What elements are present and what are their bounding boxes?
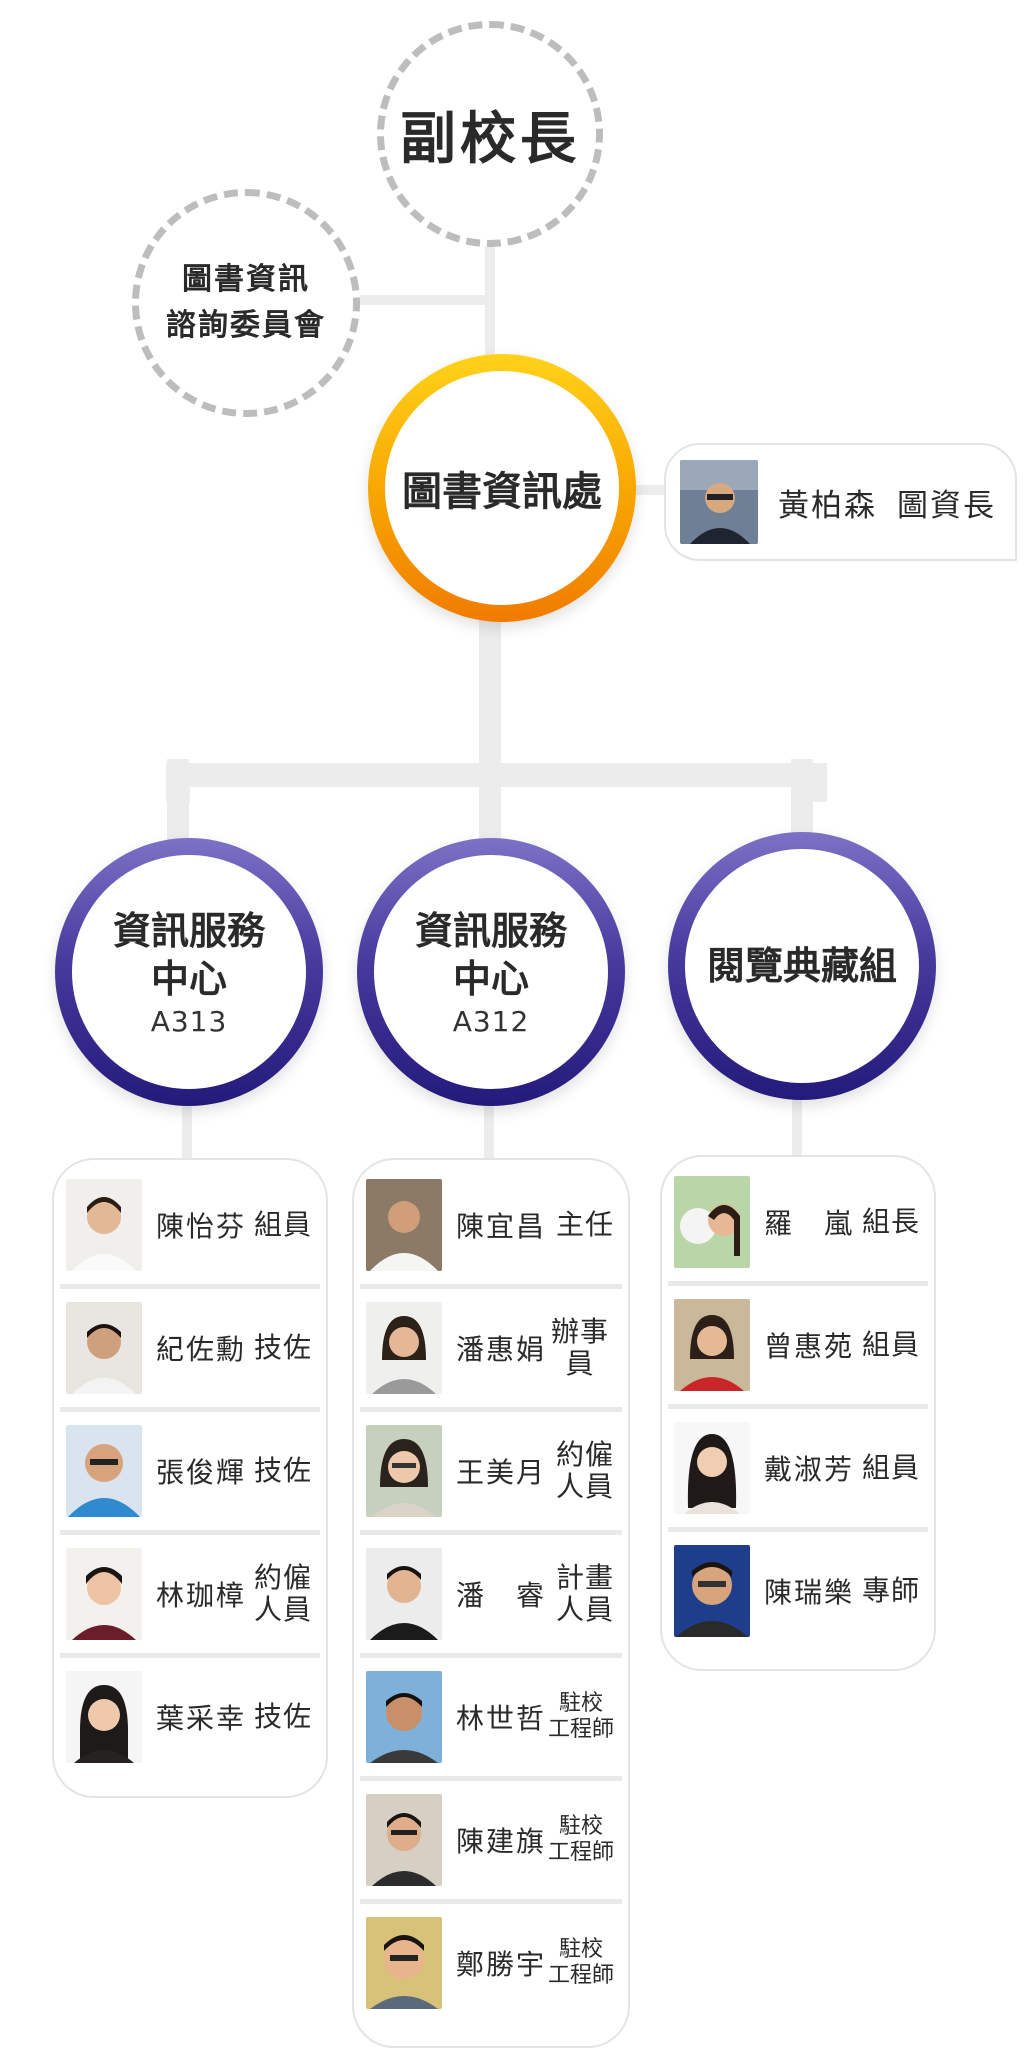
dept-node-a312: 資訊服務 中心 A312 [357, 838, 625, 1106]
staff-photo [366, 1794, 442, 1886]
staff-role: 駐校 工程師 [547, 1691, 614, 1742]
staff-photo [66, 1302, 142, 1394]
director-photo [680, 460, 758, 544]
staff-role: 組員 [861, 1328, 920, 1361]
dept-node-reading: 閱覽典藏組 [668, 832, 936, 1100]
staff-name: 曾惠苑 [764, 1330, 855, 1363]
staff-role: 技佐 [253, 1454, 312, 1487]
committee-label-line2: 諮詢委員會 [166, 308, 326, 343]
staff-name: 張俊輝 [156, 1456, 247, 1489]
staff-photo [66, 1179, 142, 1271]
staff-role: 約僱 人員 [555, 1438, 614, 1503]
staff-row: 潘 睿 計畫 人員 [360, 1535, 622, 1658]
committee-label-line1: 圖書資訊 [182, 262, 310, 297]
library-office-label: 圖書資訊處 [402, 469, 602, 515]
staff-photo [366, 1548, 442, 1640]
staff-row: 鄭勝宇 駐校 工程師 [360, 1904, 622, 2022]
staff-row: 陳宜昌 主任 [360, 1166, 622, 1289]
staff-role: 組員 [861, 1451, 920, 1484]
staff-row: 潘惠娟 辦事員 [360, 1289, 622, 1412]
staff-name: 陳怡芬 [156, 1210, 247, 1243]
staff-name: 紀佐勳 [156, 1333, 247, 1366]
staff-name: 林世哲 [456, 1702, 547, 1735]
staff-name: 林珈樟 [156, 1579, 247, 1612]
director-card: 黃柏森 圖資長 [664, 443, 1017, 561]
staff-role: 專師 [861, 1574, 920, 1607]
staff-photo [366, 1425, 442, 1517]
director-role: 圖資長 [897, 487, 996, 524]
staff-card-reading: 羅 嵐 組長 曾惠苑 組員 戴淑芳 組員 陳瑞樂 專師 [660, 1155, 936, 1671]
staff-photo [66, 1671, 142, 1763]
staff-card-a312: 陳宜昌 主任 潘惠娟 辦事員 王美月 約僱 人員 潘 睿 計畫 人員 林世哲 駐校工… [352, 1158, 630, 2048]
director-name: 黃柏森 [778, 487, 877, 524]
staff-name: 葉采幸 [156, 1702, 247, 1735]
staff-name: 陳瑞樂 [764, 1576, 855, 1609]
staff-name: 潘 睿 [456, 1579, 547, 1612]
staff-name: 王美月 [456, 1456, 547, 1489]
dept-label-line1: 資訊服務 [414, 908, 567, 953]
staff-photo [674, 1299, 750, 1391]
staff-row: 葉采幸 技佐 [60, 1658, 320, 1776]
staff-row: 王美月 約僱 人員 [360, 1412, 622, 1535]
staff-row: 陳瑞樂 專師 [668, 1532, 928, 1650]
staff-row: 林世哲 駐校 工程師 [360, 1658, 622, 1781]
dept-label: 閱覽典藏組 [706, 944, 897, 988]
staff-photo [674, 1422, 750, 1514]
staff-row: 張俊輝 技佐 [60, 1412, 320, 1535]
staff-photo [674, 1545, 750, 1637]
staff-role: 技佐 [253, 1700, 312, 1733]
dept-label-line1: 資訊服務 [112, 908, 265, 953]
staff-name: 羅 嵐 [764, 1207, 855, 1240]
staff-name: 鄭勝宇 [456, 1948, 547, 1981]
dept-room: A312 [452, 1004, 530, 1038]
staff-role: 計畫 人員 [555, 1561, 614, 1626]
staff-row: 林珈樟 約僱 人員 [60, 1535, 320, 1658]
staff-role: 組長 [861, 1205, 920, 1238]
staff-name: 潘惠娟 [456, 1333, 547, 1366]
staff-row: 紀佐勳 技佐 [60, 1289, 320, 1412]
staff-photo [66, 1548, 142, 1640]
staff-row: 陳建旗 駐校 工程師 [360, 1781, 622, 1904]
staff-role: 組員 [253, 1208, 312, 1241]
staff-row: 陳怡芬 組員 [60, 1166, 320, 1289]
dept-room: A313 [150, 1004, 228, 1038]
staff-name: 戴淑芳 [764, 1453, 855, 1486]
staff-photo [66, 1425, 142, 1517]
committee-node: 圖書資訊 諮詢委員會 [132, 189, 360, 417]
library-office-node: 圖書資訊處 [368, 354, 636, 622]
staff-role: 主任 [555, 1208, 614, 1241]
staff-card-a313: 陳怡芬 組員 紀佐勳 技佐 張俊輝 技佐 林珈樟 約僱 人員 葉采幸 技佐 [52, 1158, 328, 1798]
staff-role: 駐校 工程師 [547, 1814, 614, 1865]
staff-photo [366, 1179, 442, 1271]
vice-president-label: 副校長 [400, 106, 580, 172]
staff-role: 辦事員 [551, 1315, 610, 1380]
staff-photo [674, 1176, 750, 1268]
staff-name: 陳宜昌 [456, 1210, 547, 1243]
staff-photo [366, 1917, 442, 2009]
staff-role: 駐校 工程師 [547, 1937, 614, 1988]
staff-row: 戴淑芳 組員 [668, 1409, 928, 1532]
staff-row: 曾惠苑 組員 [668, 1286, 928, 1409]
staff-role: 技佐 [253, 1331, 312, 1364]
staff-row: 羅 嵐 組長 [668, 1163, 928, 1286]
dept-label-line2: 中心 [452, 956, 529, 1001]
dept-label-line2: 中心 [150, 956, 227, 1001]
staff-photo [366, 1671, 442, 1763]
dept-node-a313: 資訊服務 中心 A313 [55, 838, 323, 1106]
staff-name: 陳建旗 [456, 1825, 547, 1858]
staff-photo [366, 1302, 442, 1394]
vice-president-node: 副校長 [377, 21, 603, 247]
staff-role: 約僱 人員 [253, 1561, 312, 1626]
